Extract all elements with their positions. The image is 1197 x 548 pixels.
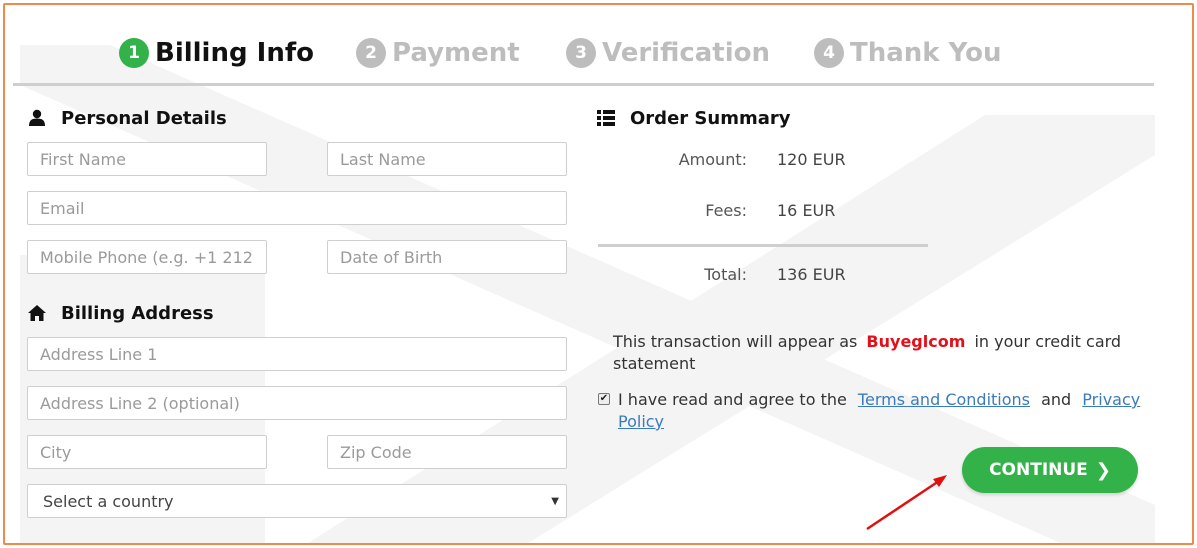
city-input[interactable] — [27, 435, 267, 469]
agreement-and: and — [1041, 390, 1072, 409]
amount-label: Amount: — [678, 150, 747, 169]
total-value: 136 EUR — [777, 265, 846, 284]
personal-details-heading: Personal Details — [27, 106, 227, 130]
step-verification: 3 Verification — [566, 33, 770, 73]
agreement-prefix: I have read and agree to the — [618, 390, 847, 409]
statement-brand: Buyeglcom — [866, 332, 966, 351]
step-number-4: 4 — [814, 38, 844, 68]
billing-address-heading: Billing Address — [27, 301, 214, 325]
order-summary-heading: Order Summary — [596, 106, 790, 130]
statement-prefix: This transaction will appear as — [613, 332, 858, 351]
terms-link[interactable]: Terms and Conditions — [858, 390, 1030, 409]
total-label: Total: — [704, 265, 747, 284]
user-icon — [27, 108, 47, 128]
chevron-down-icon: ▼ — [551, 496, 559, 507]
summary-divider — [598, 244, 928, 247]
continue-label: CONTINUE — [989, 460, 1088, 480]
address-line-1-input[interactable] — [27, 337, 567, 371]
checkout-frame: 1 Billing Info 2 Payment 3 Verification … — [3, 3, 1194, 545]
step-label-billing-info: Billing Info — [155, 38, 314, 68]
mobile-phone-input[interactable] — [27, 240, 267, 274]
billing-address-title: Billing Address — [61, 302, 214, 324]
step-label-payment: Payment — [392, 38, 520, 68]
steps-divider — [13, 83, 1154, 86]
statement-notice: This transaction will appear as Buyeglco… — [613, 331, 1143, 375]
step-payment: 2 Payment — [356, 33, 520, 73]
step-thank-you: 4 Thank You — [814, 33, 1001, 73]
terms-checkbox[interactable]: ✔ — [598, 393, 610, 405]
order-summary-title: Order Summary — [630, 107, 791, 129]
date-of-birth-input[interactable] — [327, 240, 567, 274]
fees-value: 16 EUR — [777, 201, 836, 220]
step-number-3: 3 — [566, 38, 596, 68]
step-number-1: 1 — [119, 38, 149, 68]
first-name-input[interactable] — [27, 142, 267, 176]
last-name-input[interactable] — [327, 142, 567, 176]
amount-value: 120 EUR — [777, 150, 846, 169]
home-icon — [27, 303, 47, 323]
fees-label: Fees: — [705, 201, 747, 220]
country-select[interactable]: Select a country ▼ — [27, 484, 567, 518]
chevron-right-icon: ❯ — [1095, 459, 1111, 481]
step-number-2: 2 — [356, 38, 386, 68]
annotation-arrow — [866, 475, 947, 531]
continue-button[interactable]: CONTINUE ❯ — [962, 447, 1138, 493]
country-select-value: Select a country — [43, 491, 174, 511]
step-billing-info: 1 Billing Info — [119, 33, 314, 73]
address-line-2-input[interactable] — [27, 386, 567, 420]
zip-code-input[interactable] — [327, 435, 567, 469]
step-label-thank-you: Thank You — [850, 38, 1002, 68]
email-input[interactable] — [27, 191, 567, 225]
step-label-verification: Verification — [602, 38, 771, 68]
checkout-steps: 1 Billing Info 2 Payment 3 Verification … — [5, 33, 1155, 79]
list-icon — [596, 108, 616, 128]
personal-details-title: Personal Details — [61, 107, 227, 129]
